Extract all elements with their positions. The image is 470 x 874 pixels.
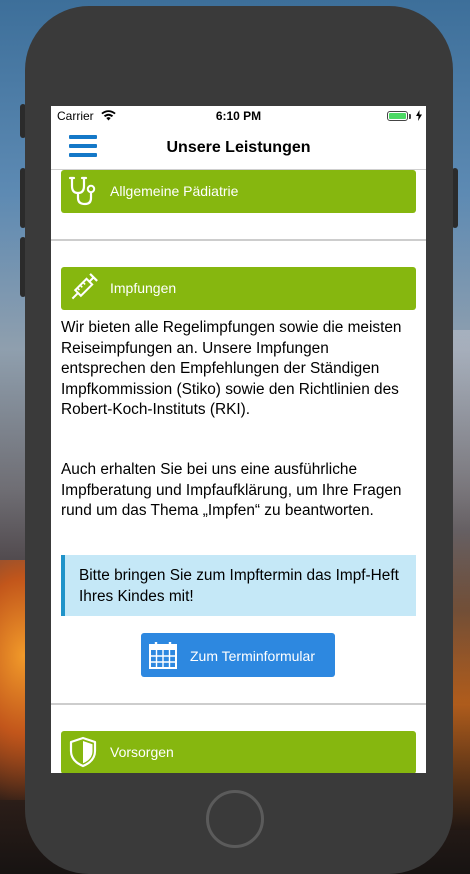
home-button[interactable] (206, 790, 264, 848)
section-title: Impfungen (110, 280, 177, 296)
stethoscope-icon (68, 176, 96, 206)
status-bar: Carrier 6:10 PM (51, 106, 426, 126)
navigation-bar: Unsere Leistungen (51, 126, 426, 170)
app-screen: Carrier 6:10 PM Unsere Leistungen Allgem… (51, 106, 426, 773)
battery-icon (387, 111, 408, 121)
section-title: Allgemeine Pädiatrie (110, 183, 239, 199)
section-header-impfungen[interactable]: Impfungen (61, 267, 416, 310)
services-list[interactable]: Allgemeine Pädiatrie Impfungen Wir biete… (51, 170, 426, 773)
page-title: Unsere Leistungen (166, 139, 311, 156)
battery-level-fill (389, 113, 406, 119)
charging-bolt-icon (416, 110, 422, 121)
section-header-vorsorgen[interactable]: Vorsorgen (61, 731, 416, 773)
impfungen-text-1: Wir bieten alle Regelimpfungen sowie die… (61, 319, 402, 418)
impfpass-notice: Bitte bringen Sie zum Impftermin das Imp… (61, 555, 416, 616)
section-divider (51, 239, 426, 241)
syringe-icon (71, 273, 98, 300)
status-time: 6:10 PM (215, 109, 262, 123)
section-header-allgemeine-paediatrie[interactable]: Allgemeine Pädiatrie (61, 170, 416, 213)
impfungen-text-2: Auch erhalten Sie bei uns eine ausführli… (61, 461, 402, 519)
terminformular-button[interactable]: Zum Terminformular (141, 633, 335, 677)
calendar-icon (149, 642, 177, 669)
section-divider (51, 703, 426, 705)
terminformular-button-label: Zum Terminformular (190, 648, 315, 664)
battery-tip (409, 114, 411, 119)
shield-icon (69, 736, 97, 768)
section-title: Vorsorgen (110, 744, 174, 760)
